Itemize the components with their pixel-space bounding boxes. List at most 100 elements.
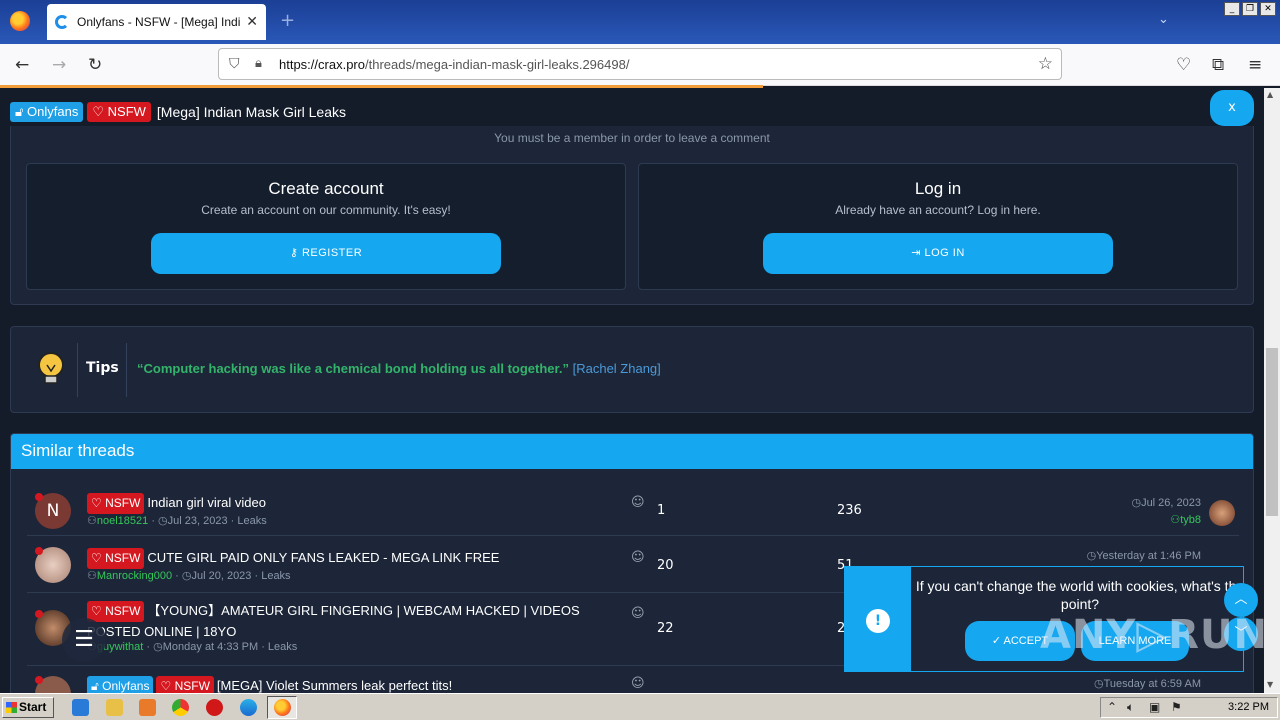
- windows-taskbar: Start ⌃ 🔈︎ ▣ ⚑ 3:22 PM: [0, 693, 1280, 720]
- prefix-nsfw: ♡ NSFW: [87, 493, 145, 515]
- user-icon: ⚇: [87, 515, 97, 527]
- pocket-icon[interactable]: ♡: [1176, 55, 1191, 75]
- restore-button[interactable]: ❐: [1242, 2, 1258, 16]
- thread-forum[interactable]: Leaks: [261, 570, 290, 582]
- prefix-onlyfans[interactable]: 🔓︎ Onlyfans: [10, 102, 84, 122]
- tips-quote: “Computer hacking was like a chemical bo…: [137, 361, 661, 376]
- shield-icon[interactable]: ⛉: [229, 56, 240, 72]
- replies-count: 20: [657, 558, 674, 573]
- last-post-user[interactable]: ⚇tyb8: [1170, 513, 1201, 526]
- thread-title-link[interactable]: ♡ NSFW CUTE GIRL PAID ONLY FANS LEAKED - …: [87, 548, 607, 570]
- scroll-down-arrow-icon[interactable]: ▼: [1267, 680, 1273, 689]
- clock-icon: ◷: [153, 641, 163, 653]
- register-button[interactable]: ⚷ REGISTER: [151, 233, 501, 274]
- bookmark-star-icon[interactable]: ☆: [1038, 54, 1053, 74]
- thread-title-link[interactable]: ♡ NSFW 【YOUNG】AMATEUR GIRL FINGERING | WE…: [87, 601, 607, 641]
- anyrun-watermark: ANY▷RUN: [1040, 612, 1268, 658]
- clock-icon: ◷: [1131, 497, 1142, 509]
- thread-forum[interactable]: Leaks: [237, 515, 266, 527]
- similar-threads-heading: Similar threads: [11, 434, 1253, 469]
- taskbar-firefox-active[interactable]: [267, 696, 297, 719]
- thread-title-link[interactable]: 🔓︎ Onlyfans ♡ NSFW [MEGA] Violet Summers l…: [87, 676, 607, 693]
- divider: [77, 343, 78, 397]
- login-title: Log in: [914, 179, 962, 198]
- chrome-icon[interactable]: [172, 699, 189, 716]
- tab-list-chevron-icon[interactable]: ⌄: [1158, 12, 1169, 27]
- thread-date: Jul 20, 2023: [191, 570, 252, 582]
- browser-tab-bar: Onlyfans - NSFW - [Mega] Indian Mask Gir…: [0, 0, 1280, 44]
- opera-icon[interactable]: [206, 699, 223, 716]
- close-window-button[interactable]: ✕: [1260, 2, 1276, 16]
- key-icon: ⚷: [289, 247, 299, 259]
- prefix-nsfw: ♡ NSFW: [87, 548, 145, 570]
- create-account-title: Create account: [268, 179, 384, 198]
- edge-icon[interactable]: [240, 699, 257, 716]
- thread-meta: ⚇noel18521 · ◷Jul 23, 2023 · Leaks: [87, 515, 267, 527]
- sign-in-icon: ⇥: [911, 247, 921, 259]
- clock-icon: ◷: [158, 515, 168, 527]
- start-button[interactable]: Start: [2, 697, 54, 718]
- lock-icon[interactable]: 🔒︎: [255, 56, 262, 71]
- replies-icon: ☺: [631, 676, 645, 691]
- extensions-icon[interactable]: ⧉: [1212, 55, 1224, 75]
- network-icon[interactable]: ▣: [1149, 700, 1160, 714]
- firefox-icon: [274, 699, 291, 716]
- flag-icon[interactable]: ⚑: [1171, 700, 1182, 714]
- thread-meta: ⚇Manrocking000 · ◷Jul 20, 2023 · Leaks: [87, 570, 291, 582]
- create-account-subtitle: Create an account on our community. It's…: [201, 203, 451, 217]
- cookie-side-band: !: [845, 567, 911, 671]
- volume-icon[interactable]: 🔈︎: [1127, 700, 1134, 715]
- unread-dot: [35, 547, 43, 555]
- tips-author-link[interactable]: [Rachel Zhang]: [573, 361, 661, 376]
- close-title-bar-button[interactable]: x: [1210, 90, 1254, 126]
- prefix-nsfw: ♡ NSFW: [156, 676, 214, 693]
- tab-close-icon[interactable]: ✕: [246, 14, 258, 30]
- window-controls: _ ❐ ✕: [1224, 2, 1276, 16]
- reload-icon[interactable]: ↻: [88, 55, 102, 75]
- url-text[interactable]: https://crax.pro/threads/mega-indian-mas…: [279, 57, 629, 72]
- explorer-icon[interactable]: [106, 699, 123, 716]
- unread-dot: [35, 610, 43, 618]
- tray-expand-icon[interactable]: ⌃: [1107, 700, 1117, 714]
- forward-icon[interactable]: →: [52, 55, 66, 75]
- user-icon: ⚇: [87, 570, 97, 582]
- divider: [126, 343, 127, 397]
- clock-icon: ◷: [1093, 678, 1104, 690]
- prefix-onlyfans: 🔓︎ Onlyfans: [87, 676, 154, 693]
- scrollbar-thumb[interactable]: [1266, 348, 1278, 516]
- replies-icon: ☺: [631, 550, 645, 565]
- thread-row[interactable]: N ♡ NSFW Indian girl viral video ⚇noel185…: [27, 479, 1239, 536]
- menu-icon[interactable]: ≡: [1248, 55, 1262, 75]
- last-post-date: ◷Tuesday at 6:59 AM: [1093, 678, 1201, 690]
- tips-label: Tips: [86, 360, 119, 376]
- comment-guest-panel: You must be a member in order to leave a…: [10, 118, 1254, 305]
- login-button[interactable]: ⇥ LOG IN: [763, 233, 1113, 274]
- replies-icon: ☺: [631, 495, 645, 510]
- thread-author[interactable]: noel18521: [97, 515, 148, 527]
- back-icon[interactable]: ←: [15, 55, 29, 75]
- check-icon: ✓: [991, 635, 1002, 647]
- last-post-date: ◷Jul 26, 2023: [1131, 497, 1201, 509]
- browser-nav-bar: ← → ↻ ⛉ 🔒︎ https://crax.pro/threads/mega…: [0, 44, 1280, 86]
- last-poster-avatar[interactable]: [1209, 500, 1235, 526]
- new-tab-button[interactable]: +: [280, 10, 295, 31]
- ie-icon[interactable]: [72, 699, 89, 716]
- scroll-up-arrow-icon[interactable]: ▲: [1267, 90, 1273, 99]
- hamburger-menu-button[interactable]: ☰: [62, 618, 106, 662]
- thread-author[interactable]: Manrocking000: [97, 570, 172, 582]
- create-account-box: Create account Create an account on our …: [26, 163, 626, 290]
- tips-panel: Tips “Computer hacking was like a chemic…: [10, 326, 1254, 413]
- thread-title-link[interactable]: ♡ NSFW Indian girl viral video: [87, 493, 607, 515]
- thread-forum[interactable]: Leaks: [268, 641, 297, 653]
- thread-date: Monday at 4:33 PM: [162, 641, 259, 653]
- prefix-nsfw[interactable]: ♡ NSFW: [87, 102, 151, 122]
- thread-date: Jul 23, 2023: [167, 515, 228, 527]
- clock-icon: ◷: [1086, 550, 1097, 562]
- minimize-button[interactable]: _: [1224, 2, 1240, 16]
- media-player-icon[interactable]: [139, 699, 156, 716]
- loading-favicon-icon: [55, 15, 69, 29]
- address-bar[interactable]: ⛉ 🔒︎ https://crax.pro/threads/mega-india…: [218, 48, 1062, 80]
- member-required-note: You must be a member in order to leave a…: [494, 131, 770, 145]
- browser-tab-active[interactable]: Onlyfans - NSFW - [Mega] Indian Mask Gir…: [47, 4, 266, 40]
- page-scrollbar[interactable]: ▲ ▼: [1264, 88, 1280, 693]
